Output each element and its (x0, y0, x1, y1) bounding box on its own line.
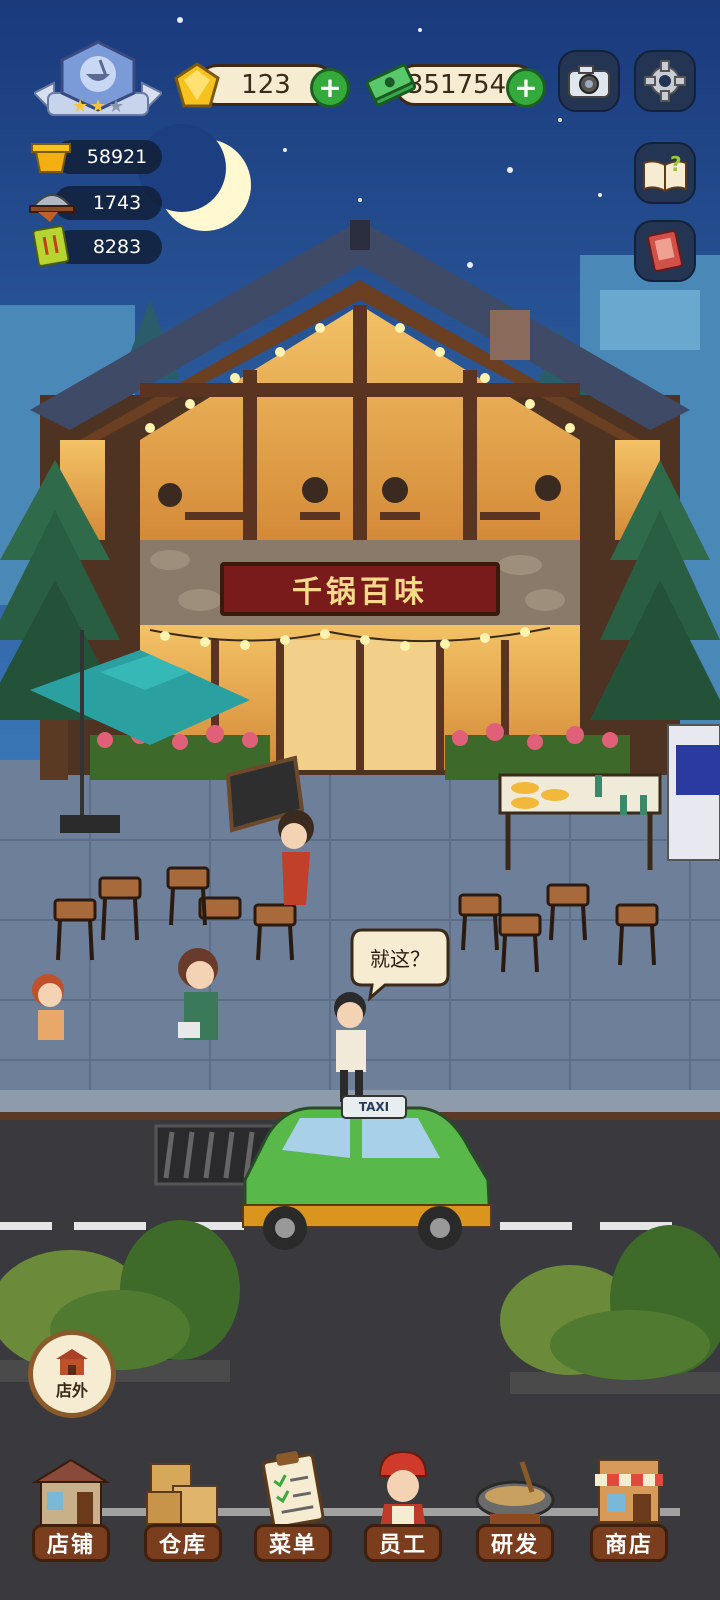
cash-counter: 351754 + (366, 60, 546, 110)
shop-building-icon (31, 1458, 111, 1527)
settings-button[interactable] (634, 50, 696, 112)
crates-icon (146, 1463, 218, 1525)
storefront-icon (595, 1459, 663, 1523)
nav-label: 仓库 (144, 1524, 222, 1562)
nav-label: 商店 (590, 1524, 668, 1562)
gold-pot-icon (31, 143, 71, 173)
wok-icon (475, 1461, 555, 1524)
nav-label: 菜单 (254, 1524, 332, 1562)
journal-button[interactable] (634, 220, 696, 282)
taxi-sign-text: TAXI (358, 1100, 390, 1114)
chef-icon (378, 1450, 428, 1528)
nav-store[interactable]: 商店 (584, 1456, 674, 1586)
speech-bubble: 就这？ (352, 930, 448, 985)
stat-recipes-value: 8283 (92, 236, 142, 258)
restaurant-sign: 千锅百味 (220, 562, 500, 616)
nav-label: 员工 (364, 1524, 442, 1562)
level-badge[interactable]: ★ ★ ★ (32, 38, 164, 128)
help-button[interactable]: ? (634, 142, 696, 204)
camera-button[interactable] (558, 50, 620, 112)
nav-research[interactable]: 研发 (470, 1456, 560, 1586)
recipe-book-icon (32, 225, 70, 267)
clipboard-icon (261, 1451, 325, 1529)
speech-bubble-text: 就这？ (370, 947, 430, 971)
outside-view-button[interactable]: 店外 (28, 1330, 116, 1418)
svg-text:★: ★ (108, 96, 124, 117)
gear-icon (644, 60, 686, 102)
journal-icon (647, 230, 683, 272)
gem-icon (174, 62, 220, 108)
taxi-sign: TAXI (342, 1096, 406, 1118)
add-cash-button[interactable]: + (506, 68, 546, 108)
cash-stack-icon (366, 63, 416, 107)
nav-staff[interactable]: 员工 (358, 1450, 448, 1586)
help-book-icon: ? (643, 152, 687, 193)
nav-label: 店铺 (32, 1524, 110, 1562)
stat-gold-value: 58921 (86, 146, 148, 168)
outside-view-label: 店外 (55, 1381, 88, 1400)
add-gems-button[interactable]: + (310, 68, 350, 108)
gem-value: 123 (241, 70, 291, 100)
nav-menu[interactable]: 菜单 (248, 1451, 338, 1586)
stat-served-value: 1743 (92, 192, 142, 214)
serving-cloche-icon (29, 194, 75, 222)
svg-text:★: ★ (90, 96, 106, 117)
chef-badge-icon: ★ ★ ★ (32, 40, 164, 117)
nav-label: 研发 (476, 1524, 554, 1562)
game-scene: 千锅百味 就这？ TAXI ★ ★ ★ 123 + 351754 + ? 589… (0, 0, 720, 1600)
svg-text:?: ? (670, 152, 682, 176)
nav-shop-building[interactable]: 店铺 (26, 1456, 116, 1586)
camera-icon (568, 65, 610, 98)
shop-front-icon (56, 1349, 88, 1375)
restaurant-name: 千锅百味 (292, 575, 428, 610)
nav-warehouse[interactable]: 仓库 (138, 1456, 228, 1586)
svg-text:★: ★ (72, 96, 88, 117)
gem-counter: 123 + (172, 60, 350, 110)
